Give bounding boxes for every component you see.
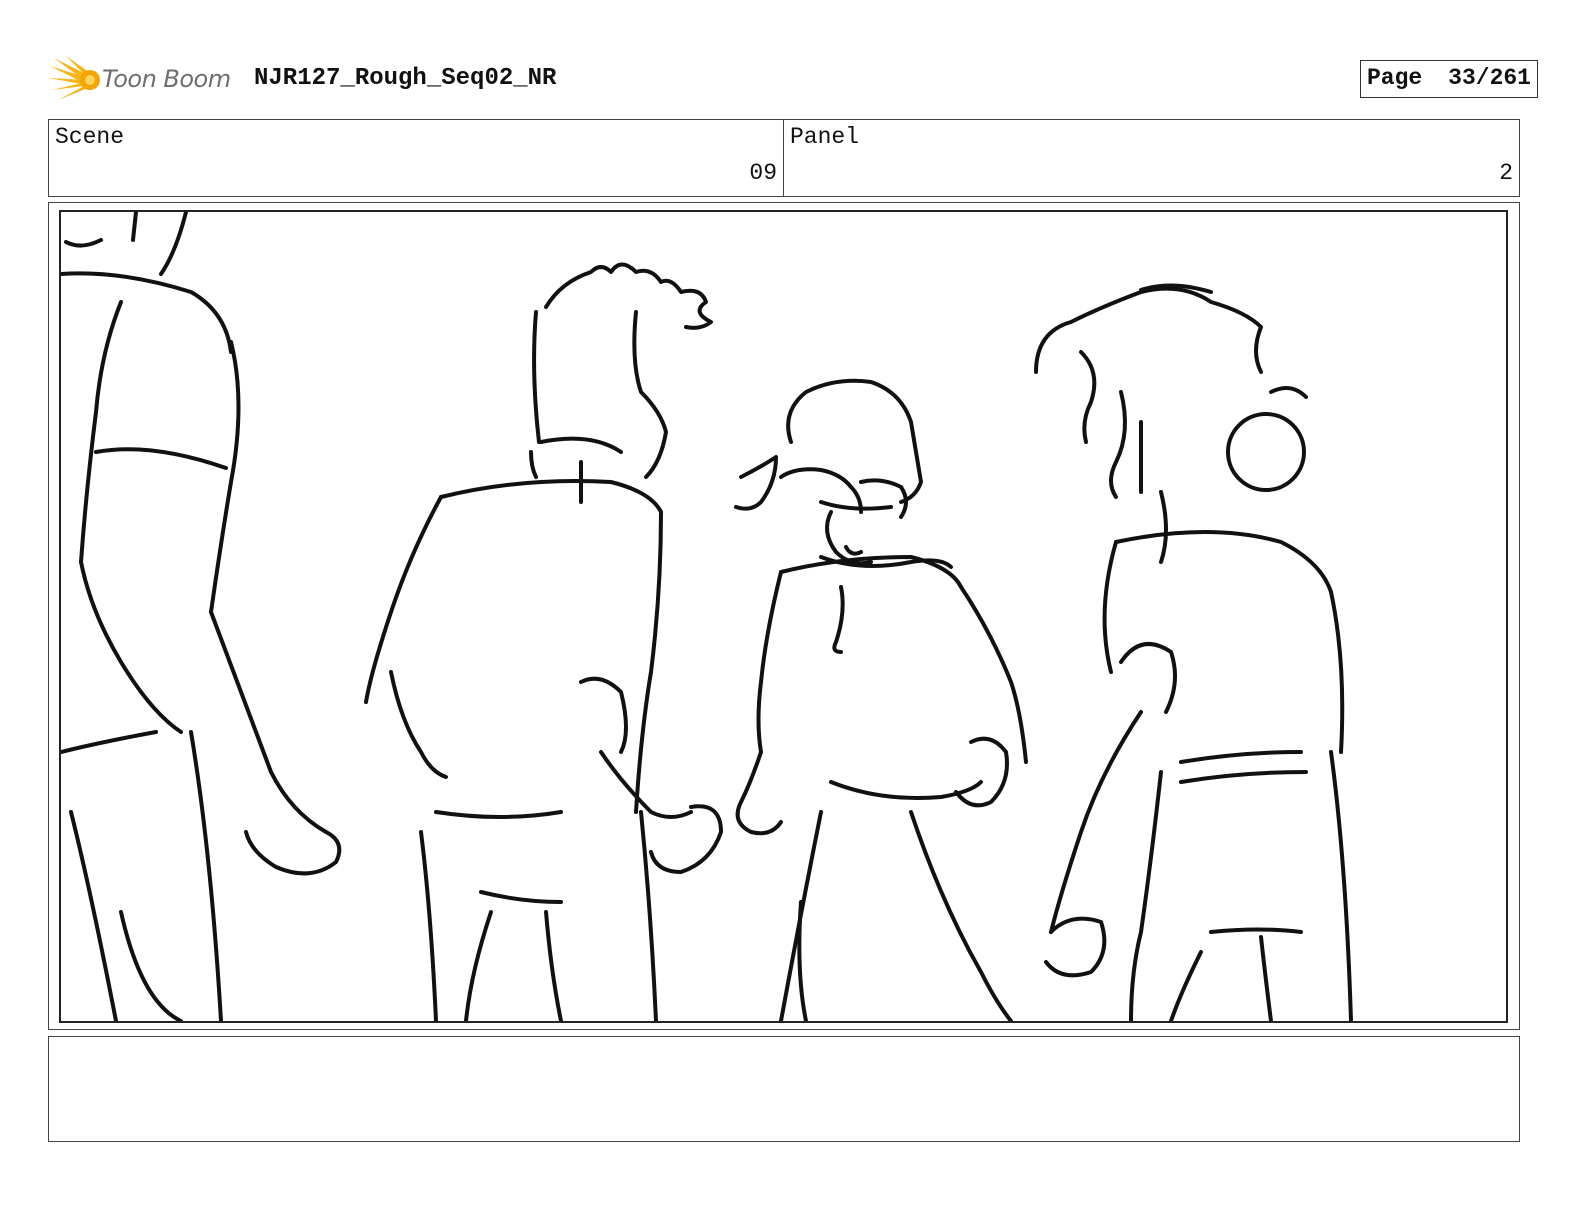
panel-image	[59, 210, 1508, 1023]
right-girl-sketch	[1034, 283, 1353, 1021]
page-indicator: Page 33/261	[1360, 60, 1538, 98]
panel-cell: Panel 2	[784, 120, 1519, 196]
page-number: 33/261	[1448, 65, 1531, 91]
scene-panel-info: Scene 09 Panel 2	[48, 119, 1520, 197]
storyboard-sketch-drawing	[61, 212, 1353, 1021]
boy-character-sketch	[364, 262, 723, 1021]
header: Toon Boom NJR127_Rough_Seq02_NR Page 33/…	[48, 56, 1538, 104]
scene-value: 09	[749, 160, 777, 186]
starburst-icon	[48, 56, 100, 100]
panel-frame	[48, 202, 1520, 1030]
page-label: Page	[1367, 65, 1423, 91]
notes-area	[48, 1036, 1520, 1142]
logo-text: Toon Boom	[102, 65, 231, 93]
panel-label: Panel	[790, 124, 860, 150]
scene-label: Scene	[55, 124, 125, 150]
project-title: NJR127_Rough_Seq02_NR	[254, 65, 557, 92]
toon-boom-logo: Toon Boom	[48, 56, 240, 104]
left-character-sketch	[61, 212, 342, 1021]
panel-value: 2	[1499, 160, 1513, 186]
scene-cell: Scene 09	[49, 120, 784, 196]
center-girl-sketch	[734, 378, 1028, 1021]
